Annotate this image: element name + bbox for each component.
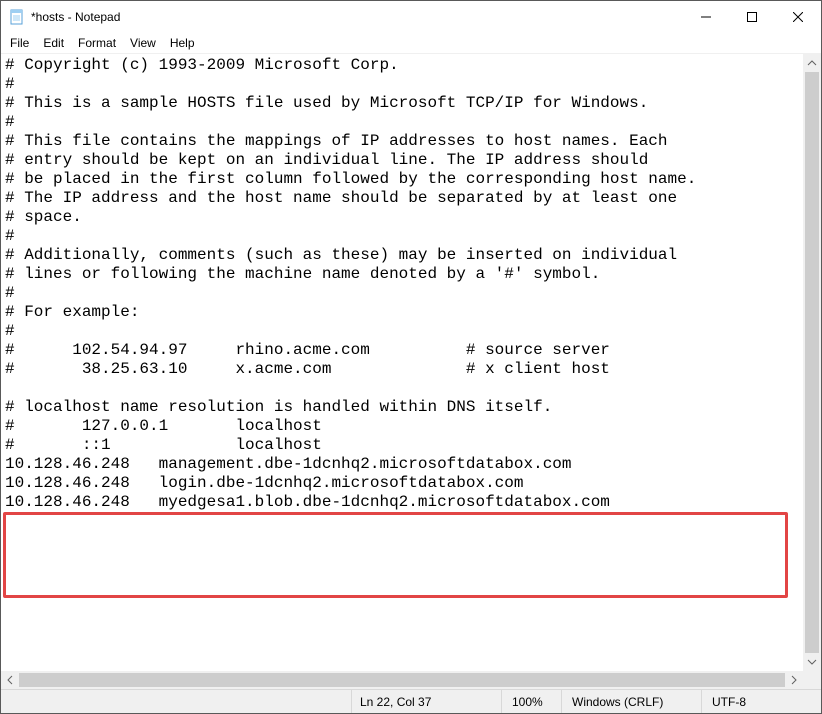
scroll-right-button[interactable]	[785, 671, 803, 689]
scroll-track-horizontal[interactable]	[19, 671, 785, 689]
titlebar: *hosts - Notepad	[1, 1, 821, 33]
editor-line: # lines or following the machine name de…	[5, 265, 799, 284]
editor-line: #	[5, 113, 799, 132]
status-line-ending: Windows (CRLF)	[561, 690, 701, 713]
scroll-left-button[interactable]	[1, 671, 19, 689]
status-cursor-position: Ln 22, Col 37	[351, 690, 501, 713]
editor-line: 10.128.46.248 login.dbe-1dcnhq2.microsof…	[5, 474, 799, 493]
scroll-track-vertical[interactable]	[803, 72, 821, 653]
scrollbar-corner	[803, 671, 821, 689]
menu-help[interactable]: Help	[163, 35, 202, 51]
horizontal-scrollbar[interactable]	[1, 671, 803, 689]
close-button[interactable]	[775, 1, 821, 33]
vertical-scrollbar[interactable]	[803, 54, 821, 671]
scroll-thumb-horizontal[interactable]	[19, 673, 785, 687]
editor-line: # 102.54.94.97 rhino.acme.com # source s…	[5, 341, 799, 360]
editor-line	[5, 379, 799, 398]
editor-line: # be placed in the first column followed…	[5, 170, 799, 189]
scroll-thumb-vertical[interactable]	[805, 72, 819, 653]
editor-line: # Additionally, comments (such as these)…	[5, 246, 799, 265]
editor-line: # localhost name resolution is handled w…	[5, 398, 799, 417]
editor-line: #	[5, 322, 799, 341]
editor-line: # entry should be kept on an individual …	[5, 151, 799, 170]
editor-line: #	[5, 75, 799, 94]
editor-line: 10.128.46.248 myedgesa1.blob.dbe-1dcnhq2…	[5, 493, 799, 512]
scroll-down-button[interactable]	[803, 653, 821, 671]
status-encoding: UTF-8	[701, 690, 821, 713]
editor-line: #	[5, 284, 799, 303]
menu-format[interactable]: Format	[71, 35, 123, 51]
status-spacer	[1, 690, 351, 713]
editor-line: # For example:	[5, 303, 799, 322]
maximize-button[interactable]	[729, 1, 775, 33]
minimize-button[interactable]	[683, 1, 729, 33]
editor-line: 10.128.46.248 management.dbe-1dcnhq2.mic…	[5, 455, 799, 474]
editor-line: # space.	[5, 208, 799, 227]
editor-line: # 127.0.0.1 localhost	[5, 417, 799, 436]
window-title: *hosts - Notepad	[31, 10, 683, 24]
window-controls	[683, 1, 821, 33]
notepad-window: *hosts - Notepad File Edit Format View H…	[0, 0, 822, 714]
notepad-icon	[9, 9, 25, 25]
statusbar: Ln 22, Col 37 100% Windows (CRLF) UTF-8	[1, 689, 821, 713]
text-editor[interactable]: # Copyright (c) 1993-2009 Microsoft Corp…	[1, 54, 803, 671]
editor-line: # The IP address and the host name shoul…	[5, 189, 799, 208]
menu-edit[interactable]: Edit	[36, 35, 71, 51]
scroll-up-button[interactable]	[803, 54, 821, 72]
editor-line: # This file contains the mappings of IP …	[5, 132, 799, 151]
editor-line	[5, 512, 799, 531]
menu-view[interactable]: View	[123, 35, 163, 51]
menubar: File Edit Format View Help	[1, 33, 821, 53]
menu-file[interactable]: File	[3, 35, 36, 51]
editor-line: # Copyright (c) 1993-2009 Microsoft Corp…	[5, 56, 799, 75]
editor-line: # This is a sample HOSTS file used by Mi…	[5, 94, 799, 113]
status-zoom: 100%	[501, 690, 561, 713]
editor-line: # ::1 localhost	[5, 436, 799, 455]
editor-line: # 38.25.63.10 x.acme.com # x client host	[5, 360, 799, 379]
editor-wrap: # Copyright (c) 1993-2009 Microsoft Corp…	[1, 53, 821, 689]
editor-line: #	[5, 227, 799, 246]
